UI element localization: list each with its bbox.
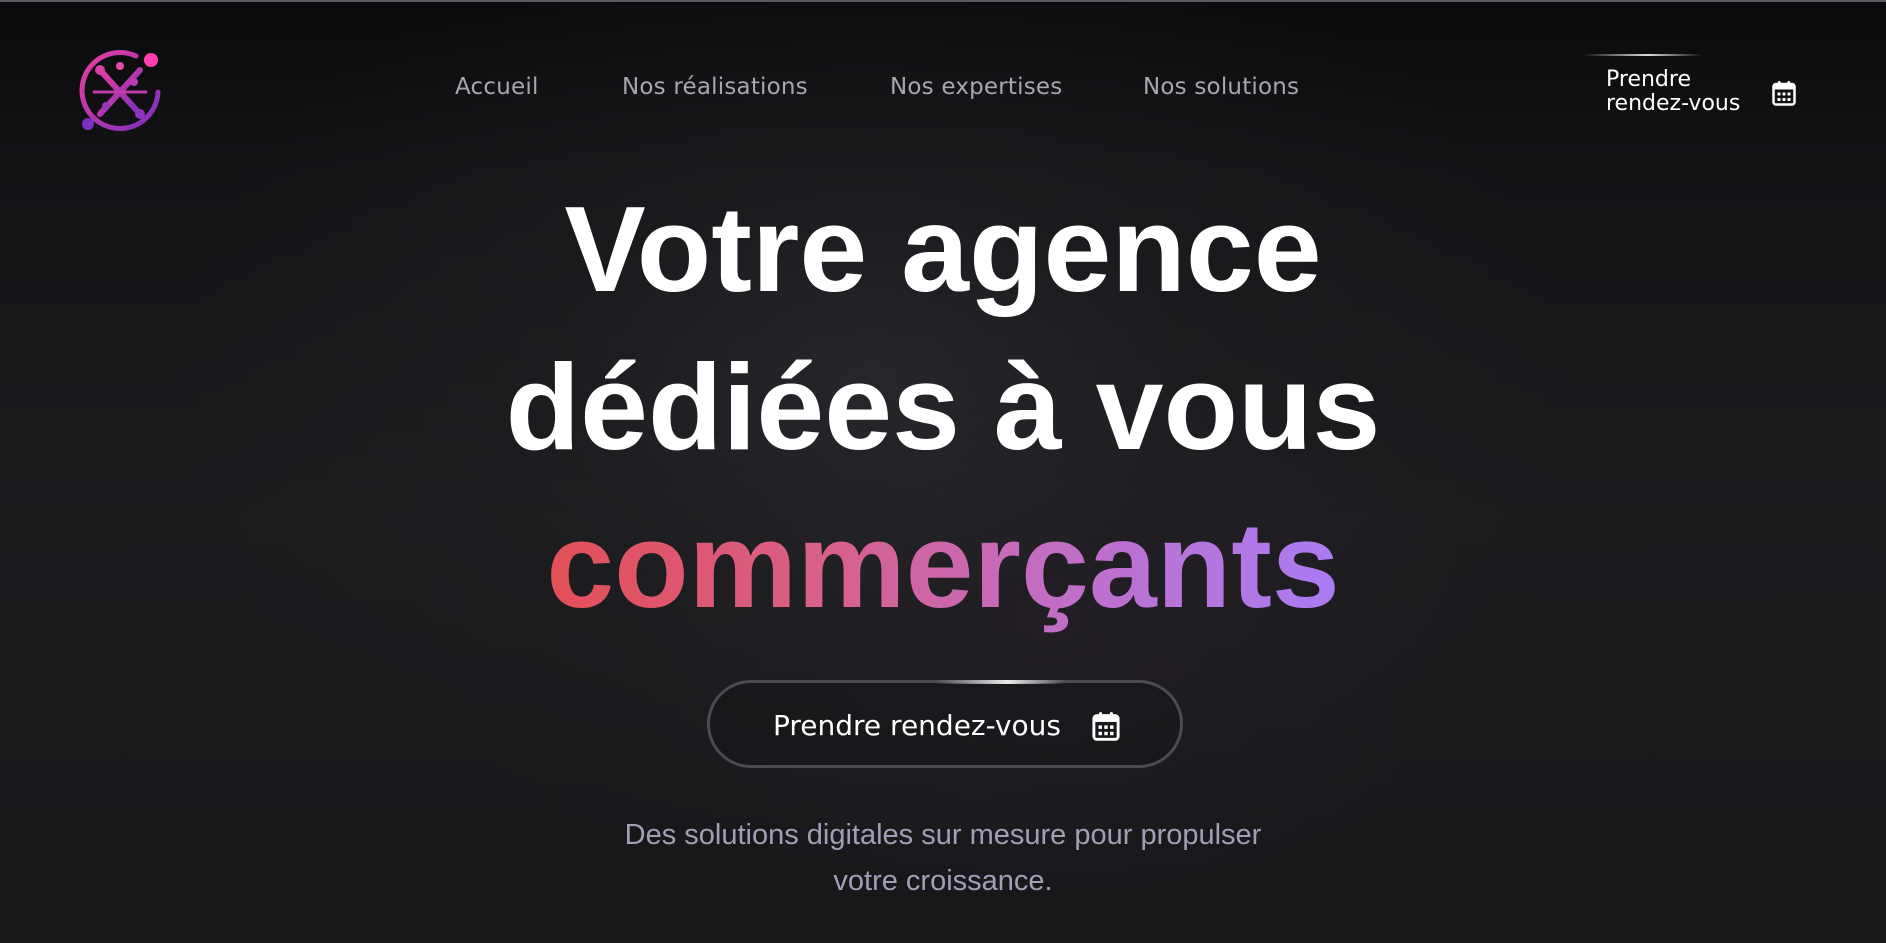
nav-link-nos-realisations[interactable]: Nos réalisations <box>622 74 808 100</box>
header-appointment-label-line1: Prendre <box>1606 67 1691 92</box>
hero-title-highlight: commerçants <box>546 486 1339 644</box>
header-appointment-label-line2: rendez-vous <box>1606 91 1741 116</box>
site-header: Accueil Nos réalisations Nos expertises … <box>0 0 1886 185</box>
nav-link-accueil[interactable]: Accueil <box>455 74 539 100</box>
nav-link-nos-expertises[interactable]: Nos expertises <box>890 74 1062 100</box>
calendar-icon <box>1772 81 1796 106</box>
header-appointment-button[interactable]: Prendre rendez-vous <box>1582 54 1812 130</box>
hero-title-line1: Votre agence <box>564 181 1322 317</box>
button-glow-line <box>1582 54 1702 56</box>
hero-subtitle: Des solutions digitales sur mesure pour … <box>573 812 1313 904</box>
hero-appointment-label: Prendre rendez-vous <box>773 709 1062 742</box>
hero-title: Votre agence dédiées à vous commerçants <box>0 170 1886 644</box>
header-appointment-label: Prendre rendez-vous <box>1606 68 1766 116</box>
calendar-icon <box>1092 712 1120 741</box>
hero-appointment-button[interactable]: Prendre rendez-vous <box>707 680 1183 768</box>
hero-subtitle-line2: votre croissance. <box>833 865 1053 897</box>
button-glow-line <box>936 680 1066 684</box>
hero-subtitle-line1: Des solutions digitales sur mesure pour … <box>624 819 1262 851</box>
nav-link-nos-solutions[interactable]: Nos solutions <box>1143 74 1299 100</box>
hero-title-line3: commerçants <box>0 486 1886 644</box>
hero-title-line2: dédiées à vous <box>505 339 1381 475</box>
